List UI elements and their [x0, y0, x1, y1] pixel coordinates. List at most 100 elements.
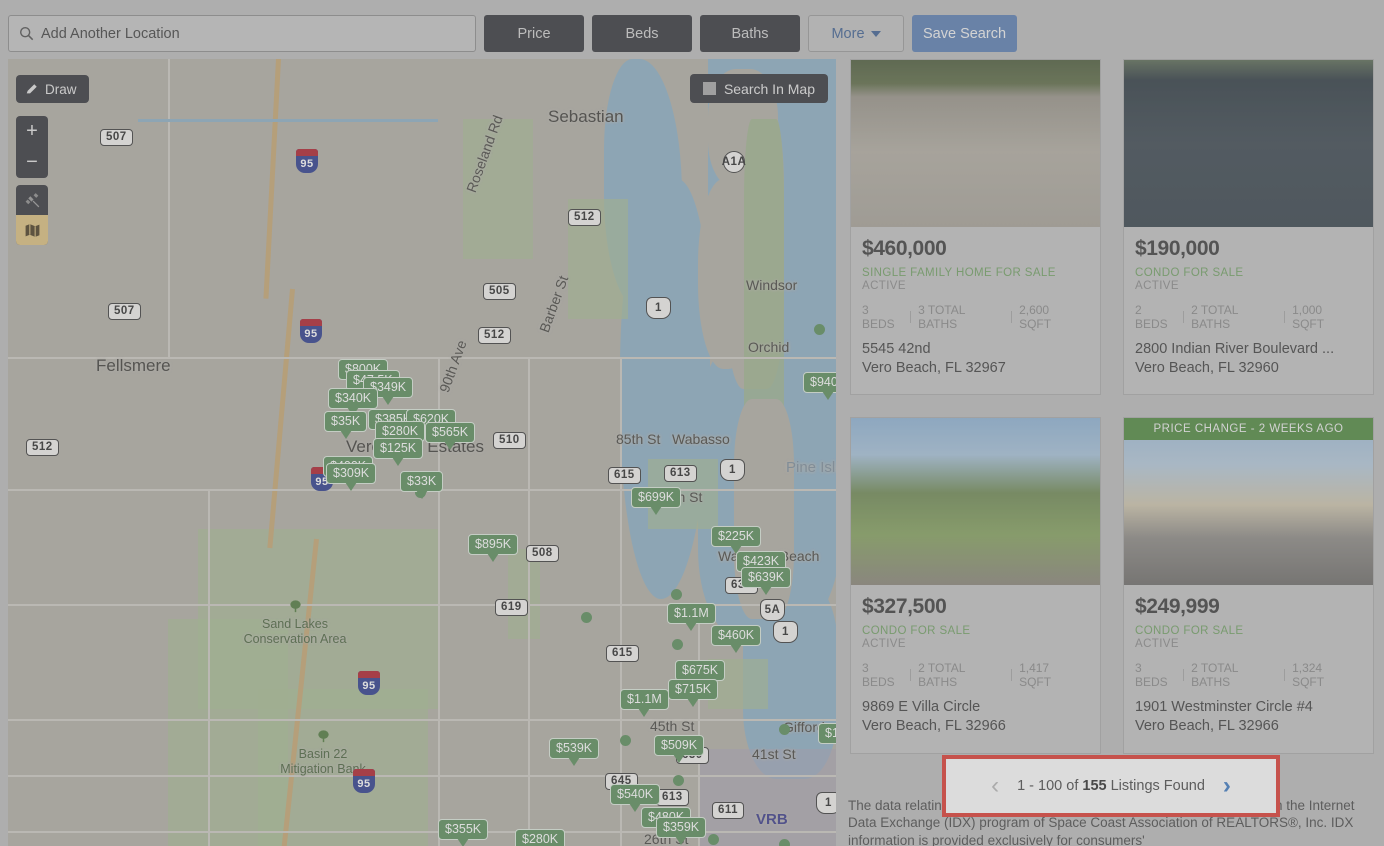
listing-photo-image	[1124, 60, 1373, 227]
pagination-highlight: ‹ 1 - 100 of 155 Listings Found ›	[942, 755, 1280, 817]
route-shield: A1A	[722, 151, 746, 173]
search-toolbar: Price Beds Baths More Save Search	[0, 0, 1384, 67]
price-marker[interactable]: $895K	[468, 534, 519, 562]
price-marker[interactable]: $175K	[818, 723, 836, 744]
listing-address-line2: Vero Beach, FL 32966	[1135, 718, 1279, 735]
price-marker[interactable]: $1.1M	[620, 689, 669, 717]
map-label: Sebastian	[548, 107, 624, 126]
listing-photo[interactable]: PRICE CHANGE - 2 WEEKS AGO	[1124, 418, 1373, 586]
price-marker[interactable]: $340K	[328, 388, 379, 416]
results-panel[interactable]: $460,000 SINGLE FAMILY HOME FOR SALE ACTIV…	[842, 59, 1384, 846]
route-shield: 512	[26, 439, 59, 456]
save-search-button[interactable]: Save Search	[912, 15, 1017, 52]
beds-filter-button[interactable]: Beds	[592, 15, 692, 52]
map-dot-marker[interactable]	[708, 834, 719, 845]
price-change-badge: PRICE CHANGE - 2 WEEKS AGO	[1124, 418, 1373, 441]
listing-card[interactable]: $190,000 CONDO FOR SALE ACTIVE 2 BEDS 2 TOTA…	[1123, 59, 1374, 396]
listing-price: $460,000	[862, 237, 947, 260]
price-filter-button[interactable]: Price	[484, 15, 584, 52]
price-marker[interactable]: $355K	[438, 819, 489, 846]
map-dot-marker[interactable]	[779, 839, 790, 846]
price-marker[interactable]: $1.1M	[667, 603, 716, 631]
listing-beds: 3 BEDS	[1135, 661, 1168, 690]
map-dot-marker[interactable]	[672, 639, 683, 650]
map-panel[interactable]: Sebastian Fellsmere Windsor Orchid Wabasso 85…	[8, 59, 836, 846]
listing-address-line1: 1901 Westminster Circle #4	[1135, 699, 1313, 716]
listing-card[interactable]: $460,000 SINGLE FAMILY HOME FOR SALE ACTIV…	[850, 59, 1101, 396]
search-in-map-toggle[interactable]: Search In Map	[689, 74, 828, 103]
park-label-line1: Sand Lakes	[261, 617, 329, 632]
map-dot-marker[interactable]	[673, 775, 684, 786]
price-marker[interactable]: $359K	[656, 817, 707, 845]
map-label: VRB	[756, 811, 788, 828]
listing-sqft: 1,324 SQFT	[1292, 661, 1325, 690]
price-marker[interactable]: $509K	[654, 735, 705, 763]
listing-address-line2: Vero Beach, FL 32960	[1135, 360, 1279, 377]
zoom-in-button[interactable]: +	[16, 116, 48, 147]
listing-facts: 2 BEDS 2 TOTAL BATHS 1,000 SQFT	[1135, 303, 1362, 331]
price-marker[interactable]: $280K	[515, 829, 566, 846]
map-dot-marker[interactable]	[620, 735, 631, 746]
price-marker[interactable]: $225K	[711, 526, 762, 554]
map-layer-button[interactable]	[16, 215, 48, 245]
price-marker[interactable]: $940K	[803, 372, 836, 400]
price-marker[interactable]: $715K	[668, 679, 719, 707]
app-root: Price Beds Baths More Save Search	[0, 0, 1384, 846]
park-label-line2: Conservation Area	[243, 631, 347, 646]
price-marker[interactable]: $675K	[675, 660, 726, 688]
chevron-right-icon[interactable]: ›	[1223, 774, 1231, 798]
listing-facts: 3 BEDS 2 TOTAL BATHS 1,417 SQFT	[862, 661, 1089, 689]
baths-filter-button[interactable]: Baths	[700, 15, 800, 52]
search-in-map-checkbox[interactable]	[702, 82, 716, 95]
listing-price: $190,000	[1135, 237, 1220, 260]
listing-photo[interactable]	[851, 60, 1100, 227]
route-shield: 95	[296, 149, 318, 173]
price-marker[interactable]: $565K	[425, 422, 476, 450]
price-marker[interactable]: $539K	[549, 738, 600, 766]
search-input[interactable]	[41, 25, 465, 42]
listing-address-line1: 5545 42nd	[862, 341, 931, 357]
satellite-layer-button[interactable]	[16, 185, 48, 215]
price-marker[interactable]: $309K	[326, 463, 377, 491]
map-label: Fellsmere	[96, 356, 171, 375]
price-marker[interactable]: $35K	[324, 411, 368, 439]
route-shield: 95	[358, 671, 380, 695]
listing-photo-image	[1124, 418, 1373, 586]
draw-button[interactable]: Draw	[16, 75, 89, 103]
search-in-map-label: Search In Map	[723, 80, 815, 97]
listing-card[interactable]: $327,500 CONDO FOR SALE ACTIVE 3 BEDS 2 TOTA…	[850, 417, 1101, 754]
map-dot-marker[interactable]	[779, 724, 790, 735]
route-shield: 619	[495, 599, 528, 616]
listing-baths: 2 TOTAL BATHS	[918, 661, 965, 690]
location-search-box[interactable]	[8, 15, 476, 52]
chevron-left-icon[interactable]: ‹	[991, 774, 999, 798]
listing-address-line1: 9869 E Villa Circle	[862, 699, 981, 716]
price-marker[interactable]: $639K	[741, 567, 792, 595]
price-marker[interactable]: $699K	[631, 487, 682, 515]
zoom-out-button[interactable]: −	[16, 147, 48, 178]
map-dot-marker[interactable]	[814, 324, 825, 335]
route-shield: 507	[100, 129, 133, 146]
map-label: 90th Ave	[436, 338, 470, 395]
map-canvas[interactable]: Sebastian Fellsmere Windsor Orchid Wabasso 85…	[8, 59, 836, 846]
map-layer-controls[interactable]	[16, 185, 48, 245]
listing-photo[interactable]	[851, 418, 1100, 586]
listing-card[interactable]: PRICE CHANGE - 2 WEEKS AGO $249,999 CONDO …	[1123, 417, 1374, 754]
listing-photo[interactable]	[1124, 60, 1373, 227]
price-marker[interactable]: $33K	[400, 471, 444, 499]
pagination-suffix: Listings Found	[1110, 778, 1205, 794]
map-dot-marker[interactable]	[671, 589, 682, 600]
price-marker[interactable]: $460K	[711, 625, 762, 653]
listing-facts: 3 BEDS 2 TOTAL BATHS 1,324 SQFT	[1135, 661, 1362, 689]
park-label-line1: Basin 22	[298, 747, 348, 762]
listing-sqft: 2,600 SQFT	[1019, 303, 1052, 331]
more-filters-button[interactable]: More	[808, 15, 904, 52]
pencil-icon	[26, 84, 37, 94]
map-dot-marker[interactable]	[581, 612, 592, 623]
zoom-controls[interactable]: + −	[16, 116, 48, 178]
listing-status: ACTIVE	[862, 638, 906, 651]
route-shield: 1	[720, 459, 745, 481]
price-marker[interactable]: $540K	[610, 784, 661, 812]
price-marker[interactable]: $125K	[373, 438, 424, 466]
listing-baths: 3 TOTAL BATHS	[918, 303, 965, 331]
